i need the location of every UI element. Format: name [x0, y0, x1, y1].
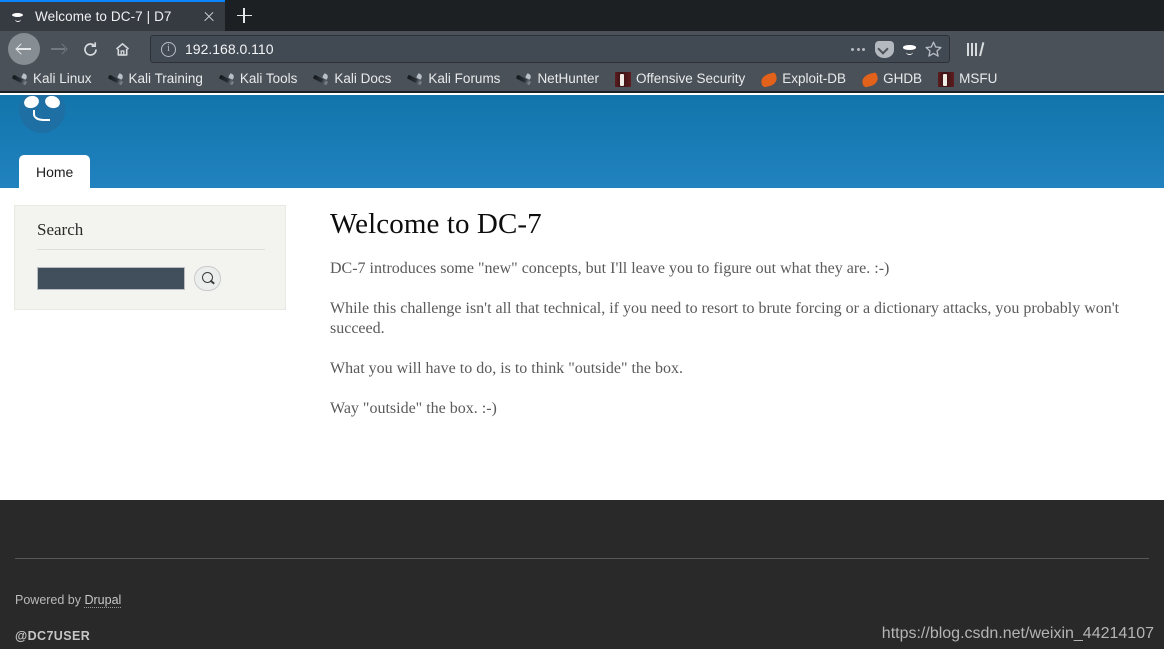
forward-button[interactable] — [42, 33, 74, 65]
search-block-title: Search — [37, 220, 265, 250]
main-content: Welcome to DC-7 DC-7 introduces some "ne… — [300, 188, 1164, 439]
back-button[interactable] — [8, 33, 40, 65]
bookmark-label: Kali Linux — [33, 71, 92, 86]
bookmark-star-icon[interactable] — [924, 40, 943, 59]
bookmark-label: Kali Forums — [428, 71, 501, 86]
page-viewport: Home Search Welcome to DC-7 DC-7 introdu… — [0, 95, 1164, 649]
bookmark-kali-tools[interactable]: Kali Tools — [211, 68, 306, 90]
navigation-toolbar: 192.168.0.110 — [0, 31, 1164, 67]
offensive-security-icon — [614, 72, 631, 87]
bookmark-ghdb[interactable]: GHDB — [854, 68, 930, 90]
kali-icon — [219, 71, 235, 87]
content-area: Search Welcome to DC-7 DC-7 introduces s… — [0, 188, 1164, 500]
bookmark-kali-linux[interactable]: Kali Linux — [4, 68, 100, 90]
bookmark-kali-forums[interactable]: Kali Forums — [399, 68, 508, 90]
kali-icon — [12, 71, 28, 87]
watermark-text: https://blog.csdn.net/weixin_44214107 — [881, 625, 1154, 642]
tab-strip: Welcome to DC-7 | D7 — [0, 0, 1164, 31]
library-icon[interactable] — [964, 38, 986, 60]
reload-button[interactable] — [74, 33, 106, 65]
search-form — [37, 266, 265, 291]
kali-icon — [516, 71, 532, 87]
main-menu: Home — [19, 155, 91, 188]
bookmark-offensive-security[interactable]: Offensive Security — [607, 68, 753, 90]
new-tab-button[interactable] — [225, 0, 263, 31]
powered-by-text: Powered by Drupal — [15, 593, 122, 608]
bookmarks-bar: Kali Linux Kali Training Kali Tools Kali… — [0, 67, 1164, 93]
bookmark-label: Kali Training — [128, 71, 203, 86]
bookmark-nethunter[interactable]: NetHunter — [508, 68, 607, 90]
page-title: Welcome to DC-7 — [330, 208, 542, 240]
home-icon — [115, 42, 129, 56]
bookmark-label: Offensive Security — [635, 71, 746, 86]
arrow-left-icon — [16, 41, 32, 57]
bookmark-kali-docs[interactable]: Kali Docs — [305, 68, 399, 90]
menu-item-home[interactable]: Home — [19, 155, 91, 188]
magnify-icon — [201, 271, 215, 286]
site-header: Home — [0, 95, 1164, 188]
msfu-icon — [938, 72, 955, 87]
bookmark-label: Kali Tools — [239, 71, 298, 86]
search-input[interactable] — [37, 267, 185, 290]
drupal-link[interactable]: Drupal — [84, 593, 122, 608]
dc7user-tag: @DC7USER — [15, 629, 91, 643]
search-submit-button[interactable] — [194, 266, 221, 291]
close-tab-icon[interactable] — [199, 7, 219, 27]
drupal-favicon-icon — [10, 9, 26, 25]
home-button[interactable] — [106, 33, 138, 65]
footer-divider — [15, 558, 1149, 559]
body-paragraph: Way "outside" the box. :-) — [330, 400, 497, 417]
address-bar[interactable]: 192.168.0.110 — [150, 35, 950, 63]
site-logo-icon[interactable] — [19, 95, 65, 133]
bookmark-label: GHDB — [883, 71, 923, 86]
address-bar-value: 192.168.0.110 — [185, 41, 274, 57]
kali-icon — [108, 71, 124, 87]
site-footer: Powered by Drupal @DC7USER https://blog.… — [0, 500, 1164, 649]
page-actions-icon[interactable] — [847, 38, 869, 60]
browser-window: Welcome to DC-7 | D7 192.16 — [0, 0, 1164, 649]
address-bar-actions — [847, 38, 943, 60]
bookmark-label: NetHunter — [537, 71, 599, 86]
bookmark-kali-training[interactable]: Kali Training — [100, 68, 211, 90]
powered-by-prefix: Powered by — [15, 593, 85, 607]
site-info-icon[interactable] — [161, 41, 176, 57]
body-paragraph: DC-7 introduces some "new" concepts, but… — [330, 260, 890, 277]
sidebar-first: Search — [0, 188, 300, 310]
exploit-db-icon — [760, 72, 779, 88]
bookmark-label: Kali Docs — [334, 71, 392, 86]
search-block: Search — [14, 205, 286, 310]
browser-tab-active[interactable]: Welcome to DC-7 | D7 — [0, 0, 225, 31]
tab-title: Welcome to DC-7 | D7 — [35, 9, 172, 24]
drupal-extension-icon[interactable] — [900, 40, 918, 58]
pocket-icon[interactable] — [875, 40, 894, 58]
bookmark-msfu[interactable]: MSFU — [930, 68, 1005, 90]
bookmark-label: Exploit-DB — [782, 71, 847, 86]
arrow-right-icon — [50, 41, 66, 57]
bookmark-exploit-db[interactable]: Exploit-DB — [753, 68, 854, 90]
reload-icon — [83, 41, 97, 56]
body-paragraph: While this challenge isn't all that tech… — [330, 300, 1120, 337]
bookmark-label: MSFU — [959, 71, 998, 86]
ghdb-icon — [860, 72, 880, 88]
kali-icon — [313, 71, 329, 87]
kali-icon — [407, 71, 423, 87]
body-paragraph: What you will have to do, is to think "o… — [330, 360, 684, 377]
